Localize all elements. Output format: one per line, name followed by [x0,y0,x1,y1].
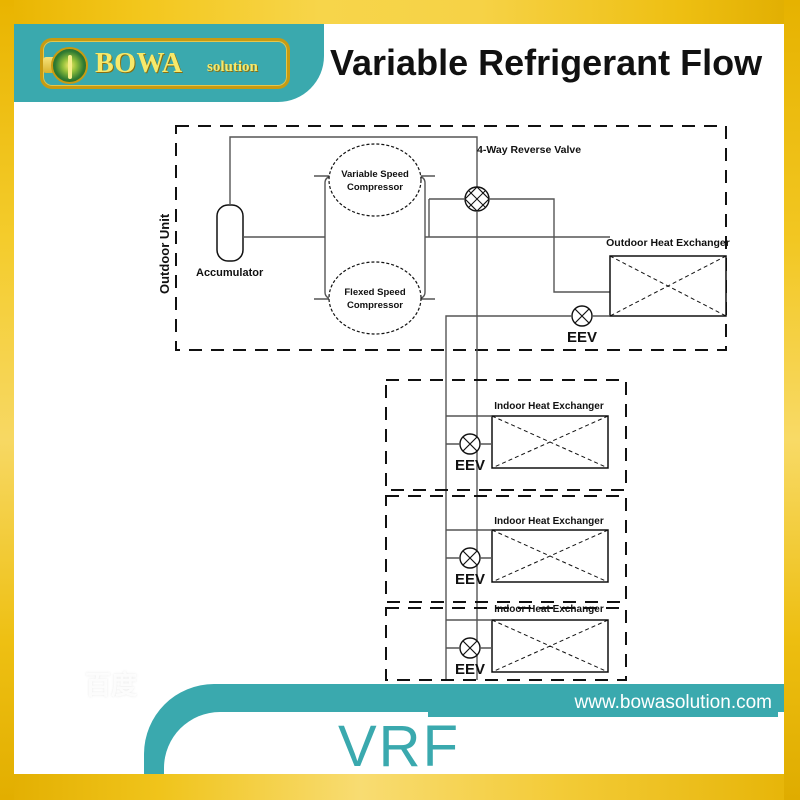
valve-to-outdoor-hx-pipe [489,198,610,293]
fixed-speed-compressor-label-2: Compressor [347,300,403,311]
outdoor-unit-label: Outdoor Unit [157,213,172,294]
frame-left-border [0,0,14,800]
footer-caption: VRF [338,714,460,774]
outdoor-heat-exchanger-label: Outdoor Heat Exchanger [606,237,730,249]
compressor-bottom-inlet-pipe [314,237,333,300]
frame-right-border [784,0,800,800]
variable-speed-compressor-label-1: Variable Speed [341,169,409,180]
frame-top-border [0,0,800,24]
indoor-unit-2-eev-label: EEV [455,571,485,588]
variable-speed-compressor-label-2: Compressor [347,182,403,193]
footer: www.bowasolution.com VRF [14,684,784,774]
page-title: Variable Refrigerant Flow [330,42,763,83]
fixed-speed-compressor [328,261,422,335]
compressor-top-inlet-pipe [314,175,333,237]
schematic-svg: Outdoor Unit Accumulator Variable Speed … [157,125,730,681]
variable-speed-compressor [328,143,422,217]
accumulator-vessel [216,204,244,262]
indoor-unit-3-heat-exchanger-label: Indoor Heat Exchanger [494,604,604,615]
fixed-speed-compressor-label-1: Flexed Speed [344,287,405,298]
four-way-valve-label: 4-Way Reverse Valve [477,144,581,156]
bowa-emblem-icon [51,47,88,84]
indoor-unit-1-heat-exchanger-label: Indoor Heat Exchanger [494,401,604,412]
page-root: BOWA solution Variable Refrigerant Flow … [0,0,800,800]
indoor-unit-3-eev-label: EEV [455,661,485,678]
indoor-unit-2-heat-exchanger-label: Indoor Heat Exchanger [494,516,604,527]
vrf-schematic: Outdoor Unit Accumulator Variable Speed … [14,104,784,690]
indoor-unit-1-eev-label: EEV [455,457,485,474]
accumulator-label: Accumulator [196,267,264,279]
bowa-logo: BOWA solution [40,38,290,89]
frame-bottom-border [0,774,800,800]
logo-tagline-text: solution [207,59,258,75]
outdoor-eev-label: EEV [567,329,597,346]
compressor-bottom-outlet-pipe [417,237,435,300]
logo-brand-text: BOWA [95,48,183,79]
